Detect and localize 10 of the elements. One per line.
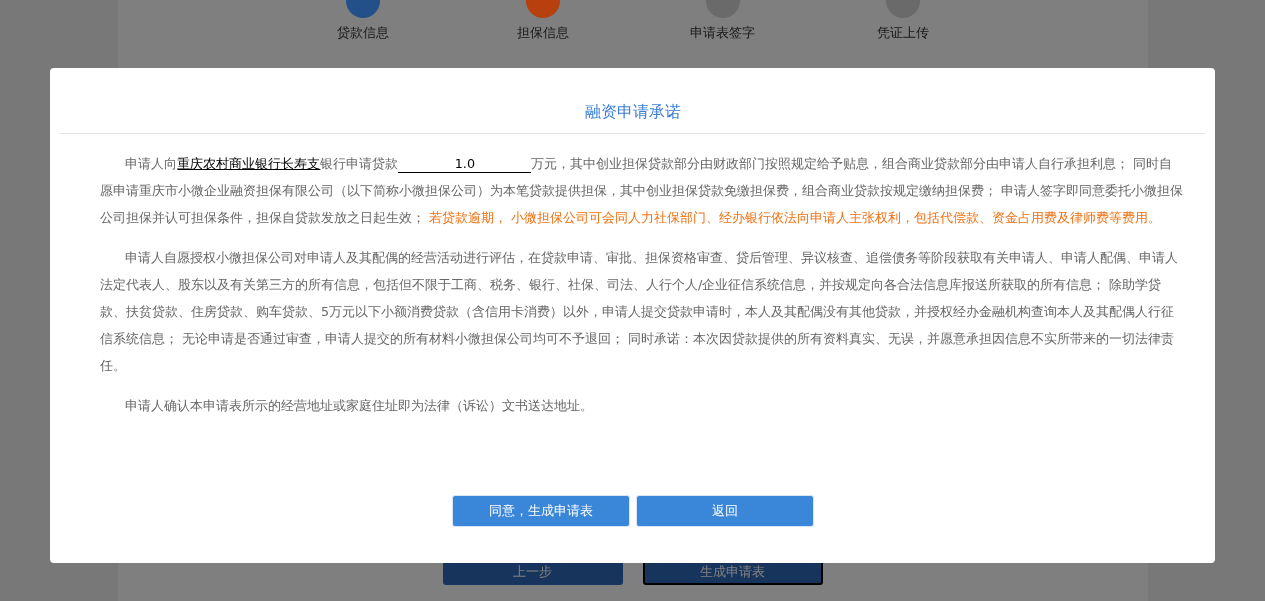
step-label: 贷款信息 <box>336 24 389 42</box>
back-button[interactable]: 返回 <box>635 495 814 527</box>
step-label: 申请表签字 <box>690 24 755 42</box>
agree-button[interactable]: 同意，生成申请表 <box>451 495 630 527</box>
commitment-paragraph: 申请人自愿授权小微担保公司对申请人及其配偶的经营活动进行评估，在贷款申请、审批、担保资格审查、贷后管理、异议核查、追偿债务等阶段获取有关申请人、申请人配偶、申请人法定代表人、股东以及有关第三方的所有信息，包括但不限于工商、税务、银行、社保、司法、人行个人/企业征信系统信息，并按规定向各合法信息库报送所获取的所有信息； 除助学贷款、扶贫贷款、住房贷款、购车贷款、5万元以下小额消费贷款（含信用卡消费）以外，申请人提交贷款申请时，本人及其配偶没有其他贷款，并授权经办金融机构查询本人及其配偶人行征信系统信息； 无论申请是否通过审查，申请人提交的所有材料小微担保公司均可不予退回； 同时承诺：本次因贷款提供的所有资料真实、无误，并愿意承担因信息不实所带来的一切法律责任。 <box>100 249 1180 375</box>
step-label: 凭证上传 <box>876 24 929 42</box>
step-label: 担保信息 <box>516 24 569 42</box>
dialog-title: 融资申请承诺 <box>60 68 1205 134</box>
commitment-paragraph: 申请人向重庆农村商业银行长寿支银行申请贷款 1.0 万元，其中创业担保贷款部分由财政部门按照规定给予贴息，组合商业贷款部分由申请人自行承担利息； 同时自愿申请重庆市小微企业融资担保有限公司（以下简称小微担保公司）为本笔贷款提供担保，其中创业担保贷款免缴担保费，组合商业贷款按规定缴纳担保费； 申请人签字即同意委托小微担保公司担保并认可担保条件，担保自贷款发放之日起生效； 若贷款逾期， 小微担保公司可会同人力社保部门、经办银行依法向申请人主张权利，包括代偿款、资金占用费及律师费等费用。 <box>100 154 1185 227</box>
commitment-paragraph: 申请人确认本申请表所示的经营地址或家庭住址即为法律（诉讼）文书送达地址。 <box>124 397 595 415</box>
